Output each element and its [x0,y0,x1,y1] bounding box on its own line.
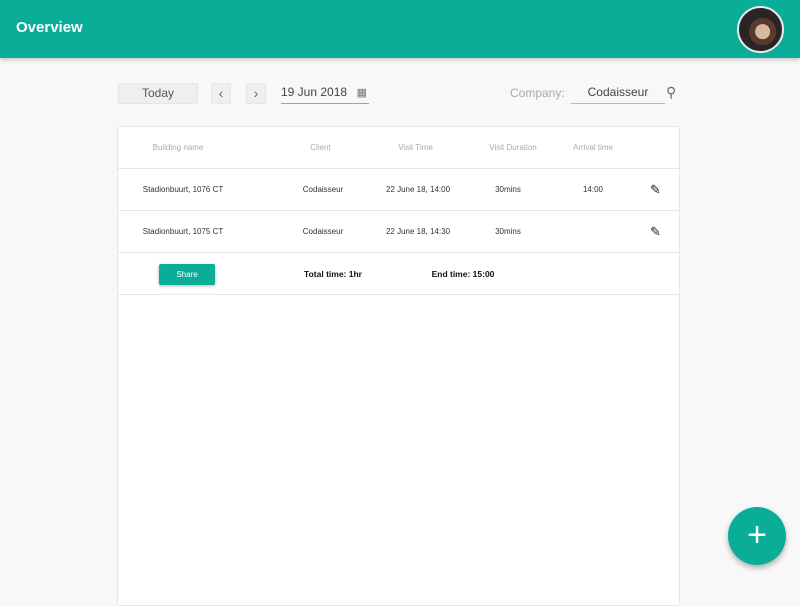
cell-client: Codaisseur [302,227,344,236]
page-title: Overview [16,19,83,36]
table-row: Stadionbuurt, 1075 CT Codaisseur 22 June… [118,211,679,253]
col-visit-time: Visit Time [398,143,433,152]
today-button[interactable]: Today [118,83,198,104]
date-value: 19 Jun 2018 [281,85,348,99]
visits-table: Building name Client Visit Time Visit Du… [117,126,680,606]
company-label: Company: [510,86,565,100]
table-footer: Share Total time: 1hr End time: 15:00 [118,253,679,295]
prev-day-button[interactable]: ‹ [211,83,231,104]
col-client: Client [310,143,331,152]
calendar-icon[interactable]: ▦ [357,86,367,99]
cell-visit-time: 22 June 18, 14:30 [385,227,451,236]
table-row: Stadionbuurt, 1076 CT Codaisseur 22 June… [118,169,679,211]
cell-arrival: 14:00 [582,185,604,194]
col-building: Building name [152,143,204,152]
avatar[interactable] [737,6,784,53]
search-icon[interactable]: ⚲ [666,84,676,101]
end-time: End time: 15:00 [431,269,495,279]
edit-icon[interactable]: ✎ [650,169,661,211]
share-button[interactable]: Share [159,264,215,285]
cell-building: Stadionbuurt, 1075 CT [142,227,224,236]
app-header: Overview [0,0,800,58]
company-input[interactable]: Codaisseur [571,85,665,104]
cell-duration: 30mins [495,185,521,194]
next-day-button[interactable]: › [246,83,266,104]
cell-building: Stadionbuurt, 1076 CT [142,185,224,194]
col-duration: Visit Duration [489,143,537,152]
cell-client: Codaisseur [302,185,344,194]
total-time: Total time: 1hr [304,269,362,279]
table-header: Building name Client Visit Time Visit Du… [118,127,679,169]
edit-icon[interactable]: ✎ [650,211,661,253]
cell-visit-time: 22 June 18, 14:00 [385,185,451,194]
col-arrival: Arrival time [572,143,613,152]
cell-duration: 30mins [495,227,521,236]
date-input[interactable]: 19 Jun 2018 ▦ [281,85,369,104]
add-visit-button[interactable]: + [728,507,786,565]
